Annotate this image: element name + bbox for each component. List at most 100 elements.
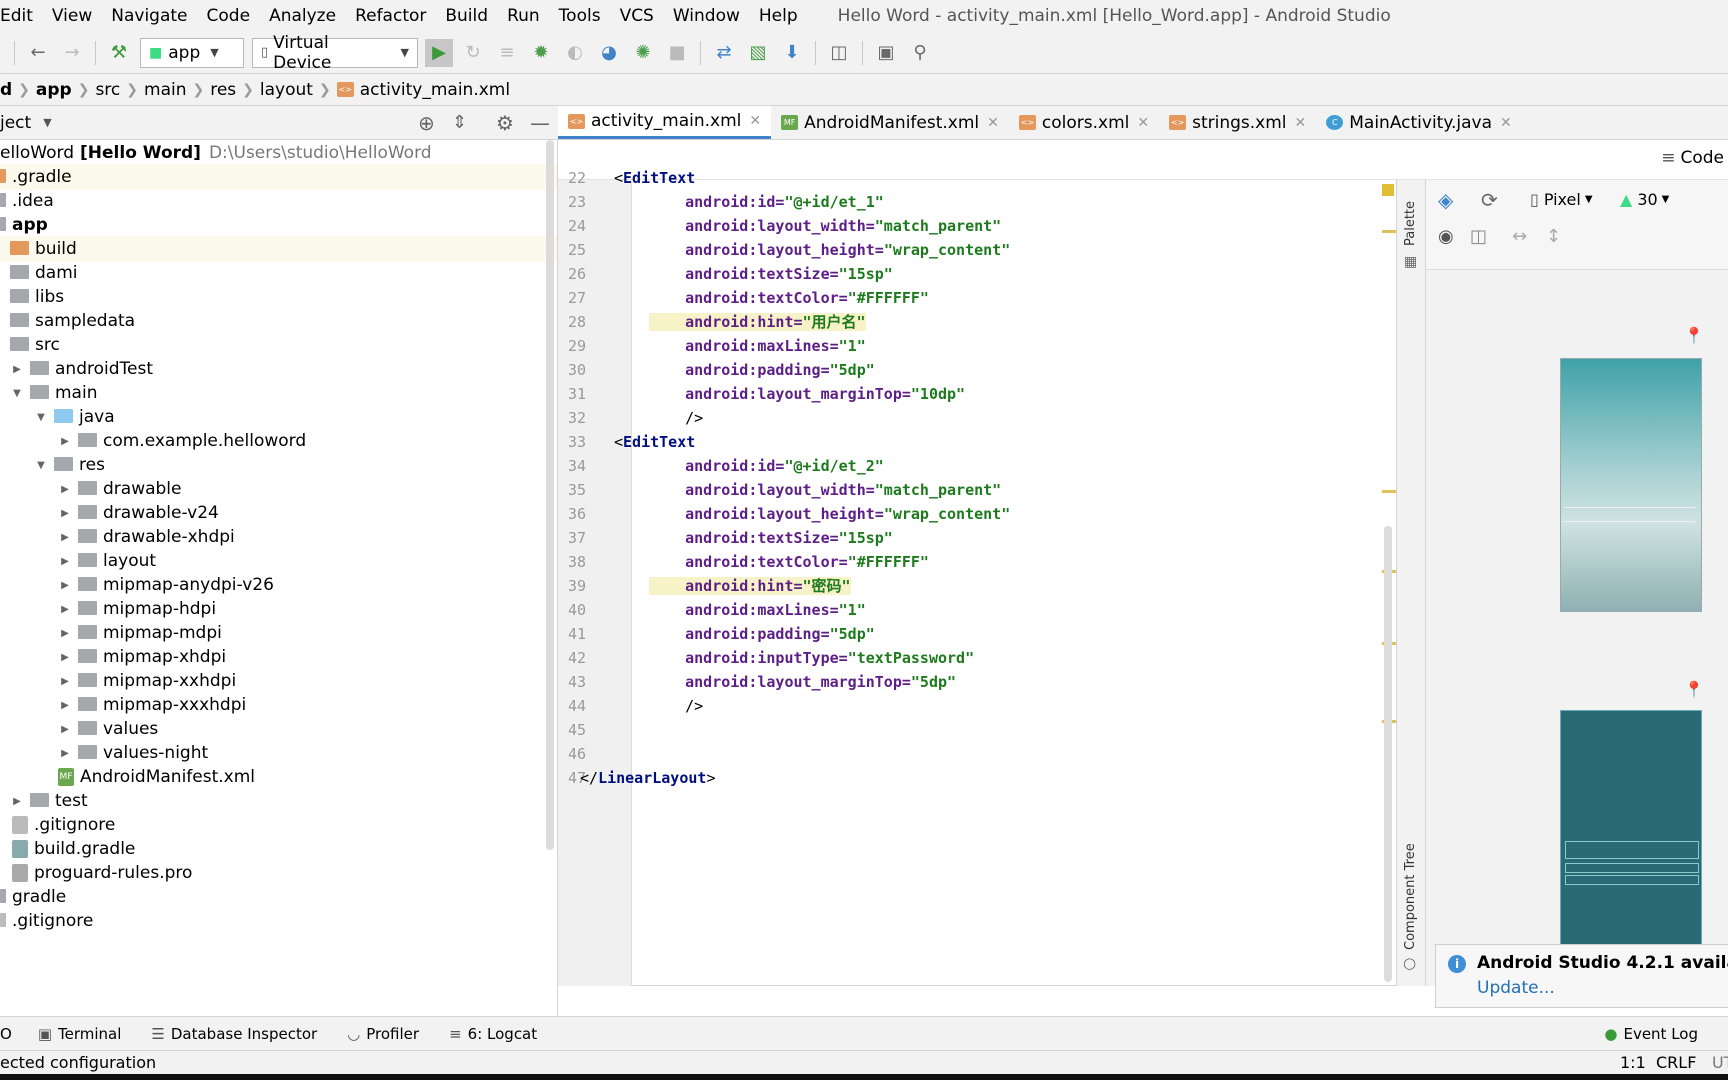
tree-item-main[interactable]: ▼ main bbox=[0, 380, 557, 406]
tree-item-libs[interactable]: libs bbox=[0, 284, 557, 310]
chevron-right-icon[interactable]: ▶ bbox=[58, 652, 72, 663]
project-structure-icon[interactable]: ◫ bbox=[825, 39, 853, 67]
warning-mark[interactable] bbox=[1382, 490, 1396, 493]
breadcrumb-res[interactable]: res bbox=[204, 80, 242, 100]
chevron-right-icon[interactable]: ▶ bbox=[10, 796, 24, 807]
chevron-right-icon[interactable]: ▶ bbox=[58, 580, 72, 591]
code-line[interactable]: android:padding="5dp" bbox=[649, 621, 875, 647]
code-line[interactable]: /> bbox=[649, 693, 703, 719]
tree-item-manifest[interactable]: MF AndroidManifest.xml bbox=[0, 764, 557, 790]
event-log-tool[interactable]: ● Event Log bbox=[1604, 1025, 1698, 1043]
locate-icon[interactable]: ⊕ bbox=[418, 111, 435, 135]
todo-tool[interactable]: O bbox=[0, 1025, 12, 1043]
chevron-right-icon[interactable]: ▶ bbox=[58, 628, 72, 639]
chevron-right-icon[interactable]: ▶ bbox=[58, 508, 72, 519]
component-tree-tab[interactable]: Component Tree bbox=[1403, 843, 1418, 950]
back-arrow-icon[interactable]: ← bbox=[24, 39, 52, 67]
tree-item-mipmap-anydpi[interactable]: ▶ mipmap-anydpi-v26 bbox=[0, 572, 557, 598]
tree-item-drawable-xhdpi[interactable]: ▶ drawable-xhdpi bbox=[0, 524, 557, 550]
tree-item-mipmap-hdpi[interactable]: ▶ mipmap-hdpi bbox=[0, 596, 557, 622]
tree-item-res[interactable]: ▼ res bbox=[0, 452, 557, 478]
menu-run[interactable]: Run bbox=[498, 0, 550, 32]
vertical-resize-icon[interactable]: ↕ bbox=[1546, 226, 1561, 247]
horizontal-resize-icon[interactable]: ↔ bbox=[1512, 226, 1527, 247]
logcat-tool[interactable]: ≡ 6: Logcat bbox=[449, 1025, 537, 1043]
menu-window[interactable]: Window bbox=[664, 0, 750, 32]
profiler-tool[interactable]: ◡ Profiler bbox=[347, 1025, 419, 1043]
gear-icon[interactable]: ⚙ bbox=[496, 111, 514, 135]
tree-item-layout[interactable]: ▶ layout bbox=[0, 548, 557, 574]
pin-icon[interactable]: 📍 bbox=[1684, 680, 1704, 699]
code-line[interactable]: android:maxLines="1" bbox=[649, 333, 866, 359]
chevron-right-icon[interactable]: ▶ bbox=[58, 556, 72, 567]
tree-item-test[interactable]: ▶ test bbox=[0, 788, 557, 814]
chevron-right-icon[interactable]: ▶ bbox=[58, 436, 72, 447]
chevron-right-icon[interactable]: ▶ bbox=[58, 484, 72, 495]
code-line[interactable]: android:textColor="#FFFFFF" bbox=[649, 549, 929, 575]
tree-item-app[interactable]: app bbox=[0, 212, 557, 238]
warning-mark[interactable] bbox=[1382, 230, 1396, 233]
code-line[interactable]: android:id="@+id/et_2" bbox=[649, 453, 884, 479]
inspection-status-icon[interactable] bbox=[1382, 184, 1394, 196]
file-encoding[interactable]: UT bbox=[1712, 1053, 1728, 1072]
minimize-icon[interactable]: — bbox=[530, 111, 550, 135]
tab-android-manifest[interactable]: MF AndroidManifest.xml ✕ bbox=[771, 106, 1009, 139]
close-icon[interactable]: ✕ bbox=[1137, 115, 1149, 131]
close-icon[interactable]: ✕ bbox=[749, 113, 761, 129]
code-line[interactable]: android:layout_width="match_parent" bbox=[649, 477, 1001, 503]
blueprint-icon[interactable]: ◫ bbox=[1470, 226, 1487, 247]
blueprint-phone-preview[interactable] bbox=[1560, 710, 1702, 956]
run-icon[interactable]: ▶ bbox=[425, 38, 453, 67]
code-line[interactable]: </LinearLayout> bbox=[580, 765, 715, 791]
sdk-manager-icon[interactable]: ⬇ bbox=[778, 39, 806, 67]
stop-icon[interactable]: ■ bbox=[663, 39, 691, 67]
code-line[interactable]: android:hint="用户名" bbox=[649, 309, 866, 335]
code-line[interactable]: android:id="@+id/et_1" bbox=[649, 189, 884, 215]
code-mode-button[interactable]: ≡ Code bbox=[1661, 148, 1724, 168]
breadcrumb-main[interactable]: main bbox=[138, 80, 192, 100]
menu-tools[interactable]: Tools bbox=[550, 0, 611, 32]
chevron-right-icon[interactable]: ▶ bbox=[58, 700, 72, 711]
api-level-select[interactable]: ▲ 30 ▼ bbox=[1620, 190, 1669, 209]
breadcrumb-layout[interactable]: layout bbox=[254, 80, 319, 100]
tab-activity-main[interactable]: <> activity_main.xml ✕ bbox=[558, 106, 772, 139]
breadcrumb-root[interactable]: d bbox=[0, 80, 18, 100]
tree-item-build-gradle[interactable]: build.gradle bbox=[0, 836, 557, 862]
coverage-icon[interactable]: ◐ bbox=[561, 39, 589, 67]
sync-gradle-icon[interactable]: ⇄ bbox=[710, 39, 738, 67]
profile-icon[interactable]: ◕ bbox=[595, 39, 623, 67]
forward-arrow-icon[interactable]: → bbox=[58, 39, 86, 67]
terminal-tool[interactable]: ▣ Terminal bbox=[38, 1025, 122, 1043]
line-separator[interactable]: CRLF bbox=[1656, 1053, 1696, 1072]
tab-strings[interactable]: <> strings.xml ✕ bbox=[1159, 106, 1316, 139]
tree-item-build[interactable]: build bbox=[0, 236, 557, 262]
chevron-right-icon[interactable]: ▶ bbox=[58, 532, 72, 543]
tree-item-mipmap-xhdpi[interactable]: ▶ mipmap-xhdpi bbox=[0, 644, 557, 670]
tree-item-androidtest[interactable]: ▶ androidTest bbox=[0, 356, 557, 382]
tree-item-drawable[interactable]: ▶ drawable bbox=[0, 476, 557, 502]
code-editor[interactable]: 22 23 24 25 26 27 28 29 30 31 32 33 34 35 36 37 38 39 40 41… bbox=[558, 169, 1396, 986]
chevron-right-icon[interactable]: ▶ bbox=[58, 604, 72, 615]
tree-item-root[interactable]: elloWord [Hello Word] D:\Users\studio\He… bbox=[0, 140, 557, 166]
debug-icon[interactable]: ✹ bbox=[527, 39, 555, 67]
menu-analyze[interactable]: Analyze bbox=[260, 0, 346, 32]
chevron-right-icon[interactable]: ▶ bbox=[58, 724, 72, 735]
run-config-select[interactable]: ■ app ▼ bbox=[140, 37, 244, 68]
chevron-right-icon[interactable]: ▶ bbox=[10, 364, 24, 375]
eye-icon[interactable]: ◉ bbox=[1438, 226, 1454, 247]
database-inspector-tool[interactable]: ☰ Database Inspector bbox=[151, 1025, 317, 1043]
tree-item-mipmap-mdpi[interactable]: ▶ mipmap-mdpi bbox=[0, 620, 557, 646]
tree-item-gitignore[interactable]: .gitignore bbox=[0, 812, 557, 838]
terminal-window-icon[interactable]: ▣ bbox=[872, 39, 900, 67]
code-line[interactable]: android:inputType="textPassword" bbox=[649, 645, 974, 671]
hammer-icon[interactable]: ⚒ bbox=[105, 39, 133, 67]
breadcrumb-src[interactable]: src bbox=[89, 80, 126, 100]
tree-item-mipmap-xxxhdpi[interactable]: ▶ mipmap-xxxhdpi bbox=[0, 692, 557, 718]
code-line[interactable]: android:maxLines="1" bbox=[649, 597, 866, 623]
pin-icon[interactable]: 📍 bbox=[1684, 326, 1704, 345]
code-line[interactable]: android:textSize="15sp" bbox=[649, 525, 893, 551]
caret-position[interactable]: 1:1 bbox=[1620, 1053, 1646, 1072]
chevron-right-icon[interactable]: ▶ bbox=[58, 676, 72, 687]
search-icon[interactable]: ⚲ bbox=[906, 39, 934, 67]
code-line[interactable]: android:layout_width="match_parent" bbox=[649, 213, 1001, 239]
